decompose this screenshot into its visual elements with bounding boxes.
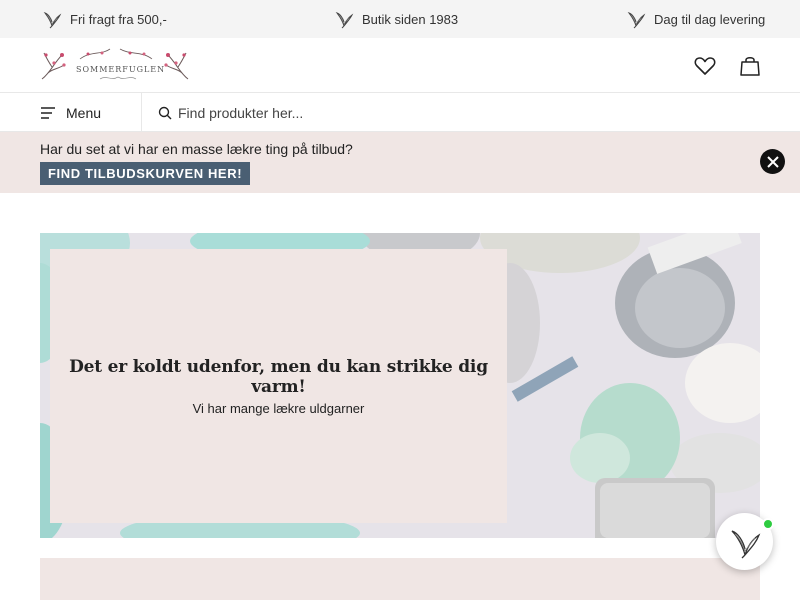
- cart-button[interactable]: [738, 54, 762, 78]
- info-label: Butik siden 1983: [362, 11, 459, 27]
- promo-close-button[interactable]: [760, 149, 785, 174]
- logo-text: SOMMERFUGLEN: [76, 65, 166, 74]
- menu-label: Menu: [66, 104, 102, 121]
- online-status-dot: [762, 518, 774, 530]
- info-item-delivery: Dag til dag levering: [626, 9, 765, 29]
- promo-text: Har du set at vi har en masse lækre ting…: [40, 141, 353, 157]
- hero-card: Det er koldt udenfor, men du kan strikke…: [50, 249, 507, 523]
- search-bar[interactable]: [142, 93, 800, 132]
- butterfly-icon: [731, 529, 760, 558]
- info-label: Fri fragt fra 500,-: [70, 11, 167, 27]
- info-item-shipping: Fri fragt fra 500,-: [42, 9, 167, 29]
- butterfly-icon: [43, 12, 62, 29]
- hero-subtitle: Vi har mange lækre uldgarner: [192, 400, 365, 416]
- hamburger-icon: [41, 106, 55, 119]
- promo-cta-button[interactable]: FIND TILBUDSKURVEN HER!: [40, 162, 251, 185]
- info-label: Dag til dag levering: [654, 11, 766, 27]
- butterfly-icon: [335, 12, 354, 29]
- site-logo[interactable]: SOMMERFUGLEN: [40, 45, 190, 85]
- hero-banner[interactable]: Det er koldt udenfor, men du kan strikke…: [40, 233, 760, 538]
- heart-icon: [694, 57, 716, 75]
- search-input[interactable]: [178, 104, 678, 121]
- menu-button[interactable]: Menu: [40, 93, 142, 132]
- hero-title: Det er koldt udenfor, men du kan strikke…: [69, 356, 488, 397]
- promo-banner: Har du set at vi har en masse lækre ting…: [0, 132, 800, 193]
- butterfly-icon: [627, 12, 646, 29]
- search-icon: [158, 106, 172, 119]
- wishlist-button[interactable]: [693, 54, 717, 78]
- info-item-since: Butik siden 1983: [334, 9, 458, 29]
- info-bar: Fri fragt fra 500,- Butik siden 1983 Dag…: [0, 0, 800, 38]
- site-header: SOMMERFUGLEN: [0, 38, 800, 93]
- nav-row: Menu: [0, 93, 800, 132]
- content-section: [40, 558, 760, 600]
- shopping-bag-icon: [740, 57, 760, 76]
- close-icon: [766, 155, 779, 168]
